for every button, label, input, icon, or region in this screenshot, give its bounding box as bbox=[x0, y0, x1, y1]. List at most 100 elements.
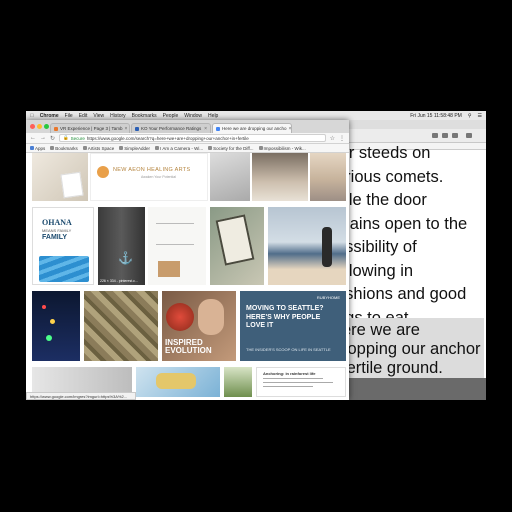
image-result[interactable]: ⚓ 226 × 334 - pinterest.c... bbox=[98, 207, 145, 285]
card-shape bbox=[60, 171, 84, 199]
image-results: NEW AEON HEALING ARTS Awaken Your Potent… bbox=[26, 153, 349, 400]
address-bar[interactable]: 🔒 Secure https://www.google.com/search?q… bbox=[59, 134, 326, 142]
italic-icon[interactable] bbox=[442, 133, 448, 138]
bookmark-simpleadder[interactable]: SimpleAdder bbox=[119, 146, 150, 151]
close-tab-icon[interactable]: × bbox=[125, 126, 128, 132]
search-icon[interactable]: ⚲ bbox=[468, 113, 472, 119]
bookmarks-bar: Apps Bookmarks Artists Space SimpleAdder… bbox=[26, 144, 349, 153]
new-aeon-subtitle: Awaken Your Potential bbox=[141, 175, 176, 179]
menu-help[interactable]: Help bbox=[208, 113, 218, 119]
close-tab-icon[interactable]: × bbox=[289, 126, 291, 132]
document-line: fertile ground. bbox=[348, 359, 443, 377]
image-result[interactable] bbox=[32, 291, 80, 361]
close-tab-icon[interactable]: × bbox=[204, 126, 207, 132]
text-line bbox=[263, 386, 313, 387]
ohana-subtitle: MEANS FAMILY bbox=[42, 228, 72, 233]
document-body[interactable]: eir steeds on arious comets. hile the do… bbox=[348, 142, 486, 330]
apps-grid-icon bbox=[30, 146, 34, 150]
bookmark-label: Impossibilism - Wik... bbox=[263, 145, 306, 151]
close-window-button[interactable] bbox=[30, 124, 35, 129]
menu-window[interactable]: Window bbox=[184, 113, 202, 119]
align-icon[interactable] bbox=[466, 133, 472, 138]
menu-edit[interactable]: Edit bbox=[79, 113, 88, 119]
text-line bbox=[263, 382, 333, 383]
maximize-window-button[interactable] bbox=[44, 124, 49, 129]
tab-google-search[interactable]: Here we are dropping our ancho × bbox=[212, 123, 292, 133]
underline-icon[interactable] bbox=[452, 133, 458, 138]
link-status-bar: https://www.google.com/imgres?imgurl=htt… bbox=[26, 392, 136, 400]
bookmark-label: Apps bbox=[35, 145, 46, 151]
menu-file[interactable]: File bbox=[65, 113, 73, 119]
reload-icon[interactable]: ↻ bbox=[50, 135, 55, 142]
document-line: hile the door bbox=[348, 191, 427, 209]
bookmark-society[interactable]: Society for the Diff... bbox=[208, 145, 254, 151]
menu-history[interactable]: History bbox=[110, 113, 126, 119]
page-icon bbox=[82, 146, 87, 150]
menu-bookmarks[interactable]: Bookmarks bbox=[132, 113, 157, 119]
document-titlebar bbox=[348, 120, 486, 129]
image-result[interactable]: NEW AEON HEALING ARTS Awaken Your Potent… bbox=[90, 153, 208, 201]
bookmark-apps[interactable]: Apps bbox=[30, 146, 45, 151]
menu-people[interactable]: People bbox=[163, 113, 179, 119]
bookmark-label: Society for the Diff... bbox=[213, 145, 254, 151]
folder-icon bbox=[50, 146, 55, 150]
quote-lines bbox=[156, 223, 194, 245]
back-arrow-icon[interactable]: ← bbox=[30, 135, 36, 141]
screen:  Chrome File Edit View History Bookmark… bbox=[0, 0, 512, 512]
document-line: ashions and good bbox=[348, 285, 467, 303]
tab-label: KO Your Performance Ratings bbox=[141, 126, 202, 131]
ohana-title: OHANA bbox=[42, 218, 72, 227]
image-result[interactable] bbox=[84, 291, 158, 361]
menu-dots-icon[interactable]: ⋮ bbox=[339, 135, 345, 142]
document-selected-text[interactable]: ere we are ropping our anchor fertile gr… bbox=[348, 321, 481, 378]
image-result[interactable]: INSPIRED EVOLUTION bbox=[162, 291, 236, 361]
map-shape bbox=[156, 373, 196, 389]
star-icon[interactable]: ☆ bbox=[330, 135, 335, 142]
rubyhome-brand: RUBYHOME bbox=[316, 295, 340, 300]
menu-app-name[interactable]: Chrome bbox=[40, 113, 59, 119]
tab-performance-ratings[interactable]: KO Your Performance Ratings × bbox=[131, 123, 211, 133]
page-icon bbox=[119, 146, 124, 150]
image-result[interactable] bbox=[268, 207, 346, 285]
wikipedia-icon bbox=[208, 146, 213, 150]
apple-icon[interactable]:  bbox=[30, 113, 34, 119]
forward-arrow-icon[interactable]: → bbox=[40, 135, 46, 141]
document-footer bbox=[348, 378, 486, 400]
image-result[interactable] bbox=[310, 153, 346, 201]
image-result[interactable] bbox=[252, 153, 308, 201]
rubyhome-subtitle: THE INSIDER'S SCOOP ON LIFE IN SEATTLE bbox=[246, 347, 331, 352]
tab-favicon bbox=[54, 126, 58, 131]
image-result[interactable] bbox=[210, 153, 250, 201]
browser-window: VR Experience | Page 3 | Tamb × KO Your … bbox=[26, 120, 349, 400]
bookmark-artists-space[interactable]: Artists Space bbox=[82, 145, 115, 151]
wikipedia-icon bbox=[155, 146, 160, 150]
image-result[interactable]: RUBYHOME MOVING TO SEATTLE? HERE'S WHY P… bbox=[240, 291, 346, 361]
light-dot bbox=[50, 319, 55, 324]
minimize-window-button[interactable] bbox=[37, 124, 42, 129]
menu-view[interactable]: View bbox=[93, 113, 104, 119]
image-result[interactable] bbox=[210, 207, 264, 285]
light-dot bbox=[42, 305, 46, 309]
bookmark-impossibilism[interactable]: Impossibilism - Wik... bbox=[258, 145, 306, 151]
document-line: ropping our anchor bbox=[348, 340, 481, 358]
image-result[interactable]: OHANA MEANS FAMILY FAMILY bbox=[32, 207, 94, 285]
face-shape bbox=[198, 299, 224, 335]
bold-icon[interactable] bbox=[432, 133, 438, 138]
document-window: eir steeds on arious comets. hile the do… bbox=[348, 120, 486, 386]
wikipedia-icon bbox=[258, 146, 263, 150]
bookmark-i-am-a-camera[interactable]: I Am a Camera - Wi... bbox=[155, 146, 203, 151]
image-result[interactable] bbox=[32, 153, 88, 201]
clock[interactable]: Fri Jun 15 11:58:48 PM bbox=[410, 113, 462, 119]
image-result[interactable] bbox=[224, 367, 252, 397]
image-result[interactable]: Anchoring: in rainforest life bbox=[256, 367, 346, 397]
image-result[interactable] bbox=[148, 207, 206, 285]
image-result[interactable] bbox=[136, 367, 220, 397]
tab-vr-experience[interactable]: VR Experience | Page 3 | Tamb × bbox=[50, 123, 130, 133]
bookmark-bookmarks[interactable]: Bookmarks bbox=[50, 146, 78, 151]
menu-list-icon[interactable]: ☰ bbox=[478, 113, 482, 119]
sun-logo-icon bbox=[97, 166, 109, 178]
wave-graphic bbox=[39, 256, 89, 282]
bookmark-label: Artists Space bbox=[87, 145, 115, 151]
tab-label: Here we are dropping our ancho bbox=[222, 126, 287, 131]
brain-graphic bbox=[166, 303, 194, 331]
